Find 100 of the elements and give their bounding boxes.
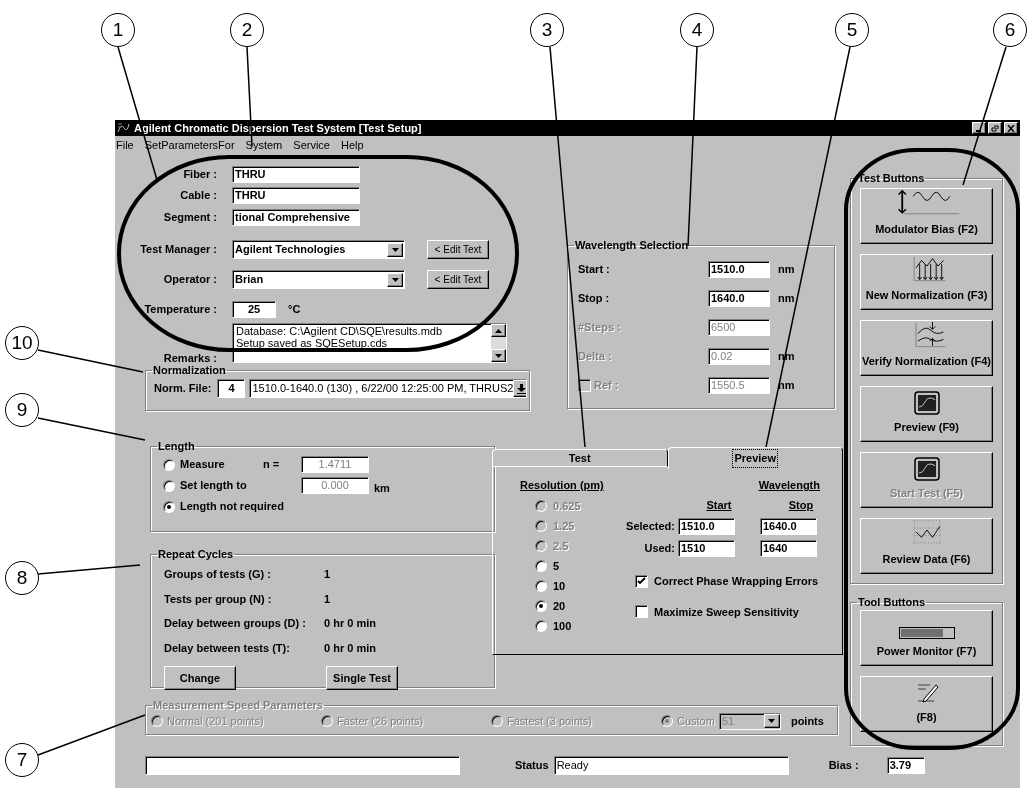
action-button[interactable]: Change	[164, 666, 236, 690]
verify-button[interactable]: Verify Normalization (F4)	[860, 320, 993, 376]
radio-label: 0.625	[553, 498, 581, 514]
radio-label: 1.25	[553, 518, 575, 534]
callout-number: 3	[530, 13, 564, 47]
field-label: Test Manager :	[140, 242, 217, 258]
radio-label: Measure	[180, 457, 226, 473]
dropdown-button[interactable]	[387, 242, 403, 257]
field-label: Fiber :	[183, 167, 217, 183]
dropdown-button[interactable]	[763, 714, 780, 728]
field-label: Ref :	[594, 378, 619, 394]
close-button[interactable]	[1004, 122, 1018, 134]
group-title: Wavelength Selection	[574, 239, 690, 251]
menu-item[interactable]: System	[245, 136, 283, 154]
row-label: Selected:	[625, 519, 675, 535]
callout-number: 6	[993, 13, 1027, 47]
tab[interactable]: Test	[492, 449, 668, 467]
input-field[interactable]: 0.000	[301, 477, 369, 494]
unit-label: km	[374, 481, 390, 497]
dropdown-button[interactable]	[387, 272, 403, 287]
input-field[interactable]: 1.4711	[301, 456, 369, 473]
callout-number: 1	[101, 13, 135, 47]
setting-value: 1	[324, 567, 331, 582]
menu-item[interactable]: File	[116, 136, 134, 154]
radio-label: Custom	[677, 713, 715, 729]
notepad-button[interactable]: (F8)	[860, 676, 993, 732]
menu-item[interactable]: Help	[341, 136, 364, 154]
edit-text-button[interactable]: < Edit Text	[427, 240, 489, 259]
status-label: Status	[515, 758, 549, 774]
callout-number: 5	[835, 13, 869, 47]
meter-button[interactable]: Power Monitor (F7)	[860, 610, 993, 666]
menu-item[interactable]: Service	[293, 136, 330, 154]
group-title: Repeat Cycles	[157, 548, 235, 560]
tab[interactable]: Preview	[667, 447, 843, 469]
radio-label: Fastest (3 points)	[507, 713, 592, 729]
field-label: Stop :	[578, 291, 610, 307]
field-label: Remarks :	[163, 350, 217, 366]
group-title: Normalization	[152, 364, 227, 376]
combo-box[interactable]: Brian	[232, 270, 405, 289]
bias-button[interactable]: Modulator Bias (F2)	[860, 188, 993, 244]
field-label: Segment :	[163, 210, 217, 226]
callout-number: 9	[5, 393, 39, 427]
radio-label: Set length to	[180, 478, 248, 494]
checkbox-label: Correct Phase Wrapping Errors	[654, 574, 819, 589]
restore-icon	[991, 124, 999, 132]
review-button[interactable]: Review Data (F6)	[860, 518, 993, 574]
setting-value: 1	[324, 591, 331, 607]
combo-box[interactable]: Agilent Technologies	[232, 240, 405, 259]
status-field[interactable]: Ready	[553, 756, 789, 775]
field-label: Cable :	[180, 188, 217, 204]
input-field[interactable]: THRU	[232, 166, 360, 183]
readonly-field[interactable]: 1510.0	[678, 518, 735, 535]
app-icon	[117, 122, 130, 134]
field-label: Temperature :	[144, 302, 217, 318]
input-field[interactable]: 4	[217, 379, 246, 398]
row-label: Used:	[643, 541, 675, 557]
checkbox[interactable]	[635, 574, 648, 588]
scrollbar[interactable]	[491, 324, 506, 362]
oscilloscope-icon	[913, 390, 940, 415]
remarks-field[interactable]: Database: C:\Agilent CD\SQE\results.mdb Setup saved as SQESetup.cds	[232, 323, 507, 363]
radio-button[interactable]	[163, 479, 175, 492]
scope-button[interactable]: Preview (F9)	[860, 386, 993, 442]
checkbox[interactable]	[635, 605, 648, 619]
remarks-text: Database: C:\Agilent CD\SQE\results.mdb	[236, 325, 444, 337]
group-title: Length	[157, 440, 196, 452]
checkbox-label: Maximize Sweep Sensitivity	[654, 604, 799, 620]
section-heading: Resolution (pm)	[520, 478, 605, 493]
radio-button[interactable]	[535, 600, 547, 612]
readonly-field[interactable]: 1640	[760, 540, 817, 557]
input-field[interactable]: THRU	[232, 187, 360, 204]
field-label: Norm. File:	[154, 381, 212, 397]
radio-label: 5	[553, 558, 560, 574]
input-field[interactable]: 25	[232, 301, 276, 318]
input-field[interactable]: 1640.0	[708, 290, 770, 307]
readonly-field[interactable]: 1640.0	[760, 518, 817, 535]
setting-label: Tests per group (N) :	[164, 591, 273, 607]
down-arrow-icon	[517, 383, 527, 394]
action-button[interactable]: Single Test	[326, 666, 398, 690]
download-button[interactable]	[513, 380, 527, 397]
oscilloscope-icon	[913, 456, 940, 481]
norm-file-combo[interactable]: 1510.0-1640.0 (130) , 6/22/00 12:25:00 PM, THRUS2	[249, 379, 528, 398]
edit-text-button[interactable]: < Edit Text	[427, 270, 489, 289]
field-label: n =	[263, 457, 281, 473]
input-field[interactable]: 1510.0	[708, 261, 770, 278]
input-field[interactable]: tional Comprehensive	[232, 209, 360, 226]
radio-label: 20	[553, 598, 566, 614]
radio-button[interactable]	[535, 620, 547, 632]
radio-label: 10	[553, 578, 566, 594]
setting-value: 0 hr 0 min	[324, 616, 376, 631]
readonly-field[interactable]: 1510	[678, 540, 735, 557]
bias-label: Bias :	[828, 758, 860, 774]
radio-button[interactable]	[535, 560, 547, 572]
field-label: Delta :	[578, 349, 612, 365]
radio-button[interactable]	[535, 580, 547, 592]
normalize-button[interactable]: New Normalization (F3)	[860, 254, 993, 310]
field-label: Start :	[578, 262, 610, 278]
bias-field[interactable]: 3.79	[886, 757, 925, 774]
restore-button[interactable]	[988, 122, 1002, 134]
unit-label: nm	[778, 262, 795, 278]
down-arrow-icon	[495, 353, 502, 358]
